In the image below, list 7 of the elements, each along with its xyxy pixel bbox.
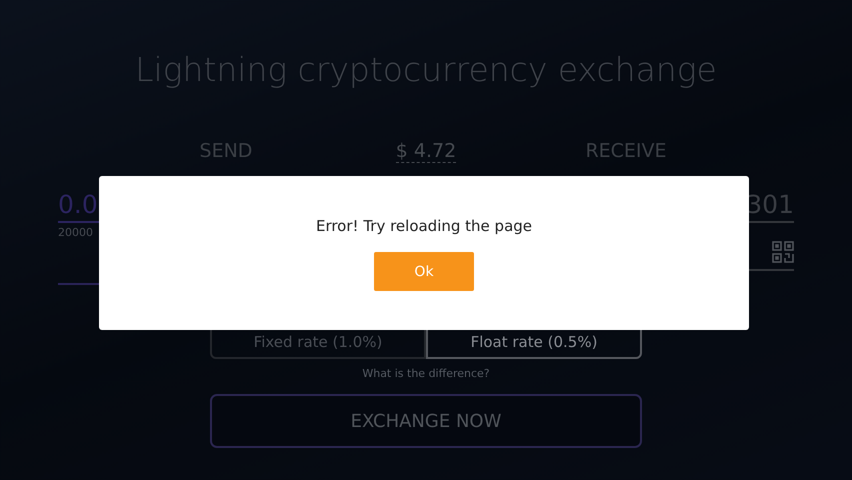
price-label: $ 4.72	[396, 140, 456, 163]
send-hint: 20000	[58, 226, 94, 239]
error-message: Error! Try reloading the page	[316, 217, 532, 235]
qr-code-icon[interactable]	[772, 240, 794, 262]
exchange-button[interactable]: EXCHANGE NOW	[210, 394, 642, 448]
ok-button[interactable]: Ok	[374, 252, 474, 291]
difference-link[interactable]: What is the difference?	[362, 367, 490, 380]
